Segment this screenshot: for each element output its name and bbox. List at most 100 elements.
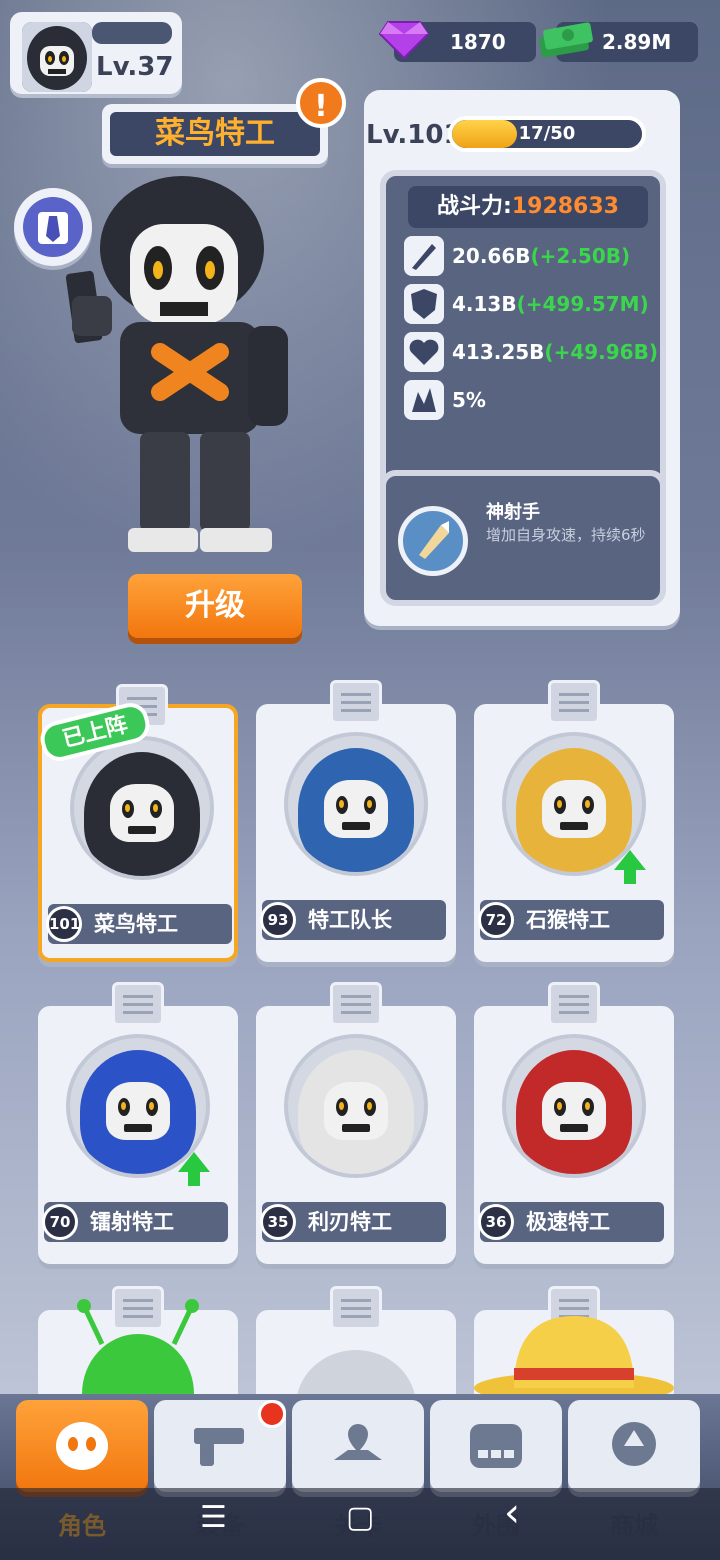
hero-portrait bbox=[284, 1034, 428, 1178]
menu-icon[interactable]: ☰ bbox=[200, 1500, 227, 1535]
skull-face bbox=[542, 780, 606, 838]
card-clip bbox=[330, 982, 382, 1026]
skull-icon bbox=[52, 1420, 112, 1476]
card-level: 72 bbox=[478, 902, 514, 938]
xp-progress-bar: 17/50 bbox=[448, 116, 646, 152]
stat-value: 4.13B bbox=[452, 292, 517, 316]
upgrade-button[interactable]: 升级 bbox=[128, 574, 302, 638]
skill-name: 神射手 bbox=[486, 502, 540, 523]
bullet-icon bbox=[398, 506, 468, 576]
straw-hat-icon bbox=[474, 1316, 674, 1400]
stat-row-health: 413.25B(+49.96B) bbox=[404, 332, 660, 376]
stat-bonus: (+49.96B) bbox=[544, 340, 658, 364]
stat-value: 413.25B bbox=[452, 340, 545, 364]
upgrade-arrow-icon bbox=[178, 1152, 210, 1186]
gem-icon bbox=[378, 21, 430, 60]
gems-value: 1870 bbox=[450, 30, 506, 54]
attack-icon bbox=[404, 236, 444, 276]
crit-icon bbox=[404, 380, 444, 420]
card-level: 93 bbox=[260, 902, 296, 938]
combat-power-value: 1928633 bbox=[511, 194, 619, 219]
card-name-plate: 35 利刃特工 bbox=[260, 1202, 446, 1242]
card-name: 利刃特工 bbox=[308, 1210, 392, 1234]
hero-card-partial[interactable] bbox=[474, 1286, 674, 1400]
card-name-plate: 36 极速特工 bbox=[478, 1202, 664, 1242]
notification-badge bbox=[258, 1400, 286, 1428]
grid-icon bbox=[466, 1420, 526, 1476]
skill-box[interactable]: 神射手 增加自身攻速，持续6秒 bbox=[380, 470, 666, 606]
hero-card-partial[interactable] bbox=[38, 1286, 238, 1400]
hero-portrait bbox=[502, 1034, 646, 1178]
card-clip bbox=[548, 680, 600, 724]
cash-icon bbox=[539, 22, 593, 58]
combat-power-label: 战斗力: bbox=[437, 194, 512, 219]
card-name-plate: 101 菜鸟特工 bbox=[46, 904, 232, 944]
home-icon[interactable]: ▢ bbox=[346, 1500, 374, 1535]
card-level: 101 bbox=[46, 906, 82, 942]
alert-icon[interactable]: ! bbox=[296, 78, 346, 128]
card-name: 特工队长 bbox=[308, 908, 392, 932]
card-name: 极速特工 bbox=[526, 1210, 610, 1234]
stat-row-attack: 20.66B(+2.50B) bbox=[404, 236, 660, 280]
hero-title-plate: 菜鸟特工 bbox=[102, 104, 328, 164]
nav-tab-2[interactable] bbox=[292, 1400, 424, 1492]
skull-face bbox=[324, 780, 388, 838]
player-level: Lv.37 bbox=[96, 52, 174, 82]
card-name-plate: 72 石猴特工 bbox=[478, 900, 664, 940]
hero-card[interactable]: 93 特工队长 bbox=[256, 680, 456, 962]
card-name-plate: 93 特工队长 bbox=[260, 900, 446, 940]
hero-card-partial[interactable] bbox=[256, 1286, 456, 1400]
hero-card[interactable]: 101 菜鸟特工 已上阵 bbox=[36, 684, 238, 962]
card-level: 36 bbox=[478, 1204, 514, 1240]
card-clip bbox=[548, 982, 600, 1026]
stat-row-defense: 4.13B(+499.57M) bbox=[404, 284, 660, 328]
skill-description: 增加自身攻速，持续6秒 bbox=[486, 526, 646, 544]
gray-hood-icon bbox=[296, 1350, 416, 1400]
card-level: 35 bbox=[260, 1204, 296, 1240]
skull-face bbox=[106, 1082, 170, 1140]
stat-value: 20.66B bbox=[452, 244, 531, 268]
card-level: 70 bbox=[42, 1204, 78, 1240]
hero-portrait bbox=[284, 732, 428, 876]
player-profile[interactable]: Lv.37 bbox=[10, 12, 182, 94]
stat-row-crit: 5% bbox=[404, 380, 660, 424]
hero-card[interactable]: 35 利刃特工 bbox=[256, 982, 456, 1264]
skull-face bbox=[110, 784, 174, 842]
nav-tab-3[interactable] bbox=[430, 1400, 562, 1492]
card-name: 菜鸟特工 bbox=[94, 912, 178, 936]
nav-tab-0[interactable] bbox=[16, 1400, 148, 1492]
nav-tab-4[interactable] bbox=[568, 1400, 700, 1492]
map-icon bbox=[328, 1420, 388, 1476]
card-name: 镭射特工 bbox=[90, 1210, 174, 1234]
card-name-plate: 70 镭射特工 bbox=[42, 1202, 228, 1242]
cash-value: 2.89M bbox=[602, 30, 672, 54]
gun-icon bbox=[190, 1420, 250, 1476]
card-name: 石猴特工 bbox=[526, 908, 610, 932]
player-avatar[interactable] bbox=[22, 22, 92, 92]
alien-hood-icon bbox=[77, 1299, 199, 1400]
heart-icon bbox=[404, 332, 444, 372]
skull-face bbox=[542, 1082, 606, 1140]
card-clip bbox=[330, 680, 382, 724]
stat-value: 5% bbox=[452, 388, 486, 412]
stat-bonus: (+499.57M) bbox=[516, 292, 649, 316]
upgrade-arrow-icon bbox=[614, 850, 646, 884]
skull-face bbox=[324, 1082, 388, 1140]
xp-label: 17/50 bbox=[518, 123, 576, 144]
stat-bonus: (+2.50B) bbox=[530, 244, 631, 268]
hero-card[interactable]: 72 石猴特工 bbox=[474, 680, 674, 962]
hero-character bbox=[65, 176, 288, 552]
hero-title: 菜鸟特工 bbox=[110, 112, 320, 156]
hero-card[interactable]: 36 极速特工 bbox=[474, 982, 674, 1264]
hero-portrait bbox=[70, 736, 214, 880]
hero-card[interactable]: 70 镭射特工 bbox=[38, 982, 238, 1264]
player-name-bar bbox=[92, 22, 172, 44]
card-clip bbox=[330, 1286, 382, 1330]
hero-stats-panel: Lv.101 17/50 战斗力:1928633 20.66B(+2.50B) … bbox=[364, 90, 680, 626]
skull-avatar-icon bbox=[22, 22, 92, 92]
shop-icon bbox=[604, 1420, 664, 1476]
card-clip bbox=[112, 982, 164, 1026]
defense-icon bbox=[404, 284, 444, 324]
back-icon[interactable]: ‹ bbox=[504, 1490, 520, 1536]
combat-power: 战斗力:1928633 bbox=[408, 186, 648, 228]
